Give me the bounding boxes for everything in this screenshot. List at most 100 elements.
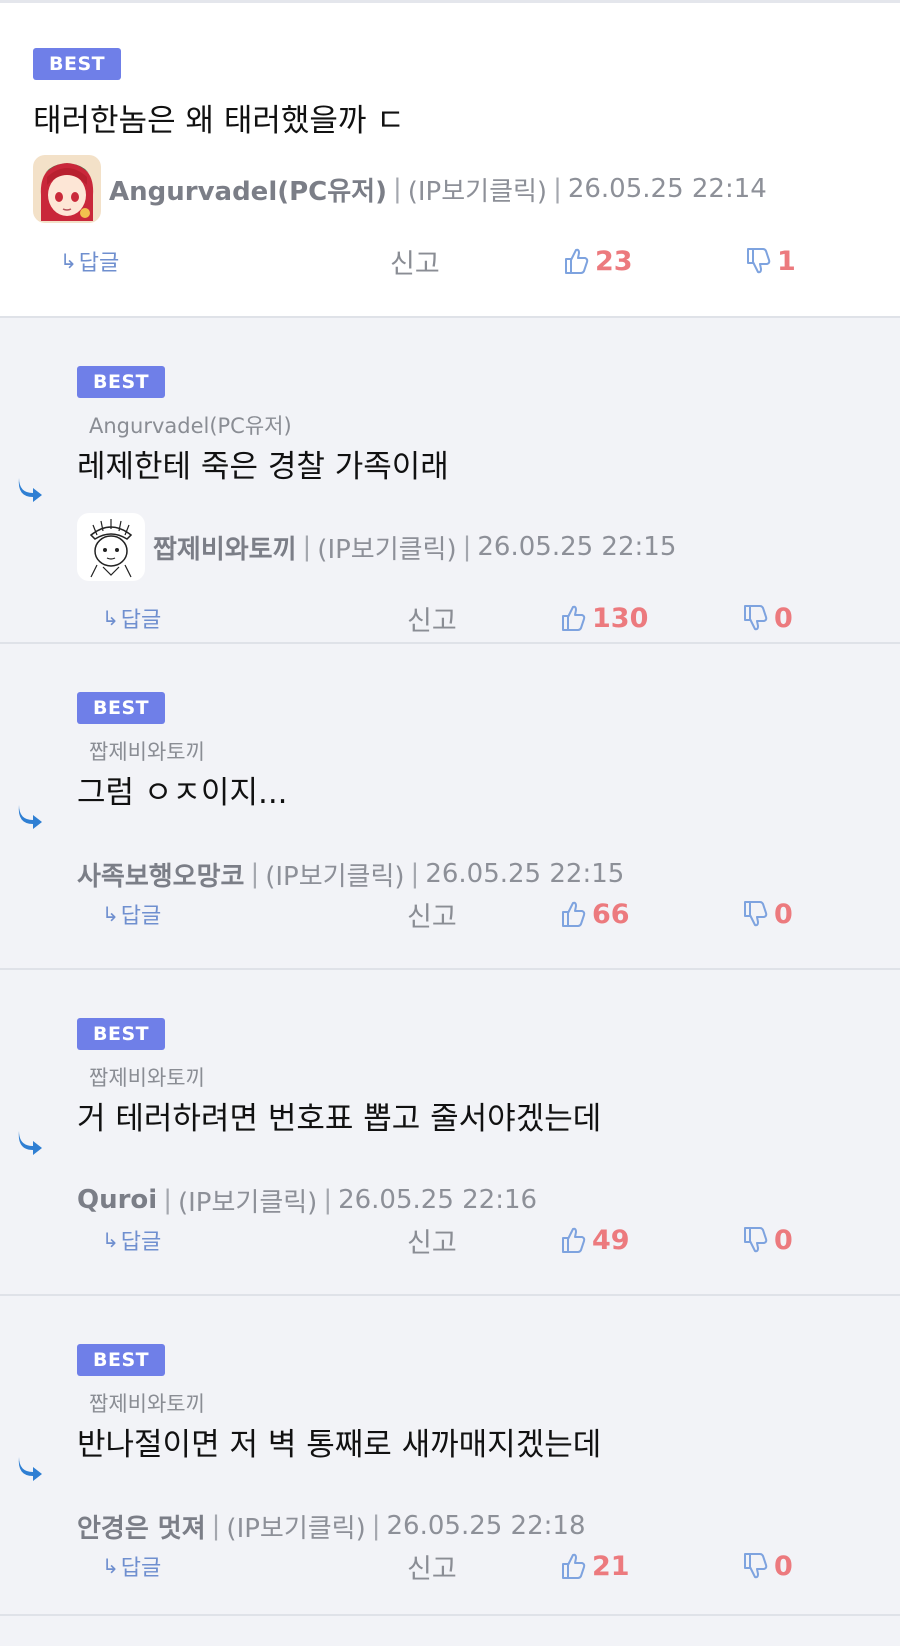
report-button[interactable]: 신고: [407, 1220, 457, 1260]
like-count: 23: [595, 245, 633, 277]
like-count: 130: [592, 602, 649, 634]
reply-button[interactable]: ↳ 답글: [102, 598, 161, 638]
reply-button[interactable]: ↳ 답글: [102, 1220, 161, 1260]
comment-meta: Quroi | (IP보기클릭) | 26.05.25 22:16: [77, 1180, 537, 1220]
ip-view-link[interactable]: (IP보기클릭): [226, 1508, 365, 1545]
meta-separator: |: [462, 532, 472, 562]
reply-small-arrow-icon: ↳: [102, 902, 119, 926]
meta-separator: |: [163, 1185, 172, 1215]
comment-text: 반나절이면 저 벽 통째로 새까매지겠는데: [77, 1427, 602, 1463]
reply-small-arrow-icon: ↳: [102, 606, 119, 630]
thumbs-up-icon: [565, 248, 589, 274]
best-badge: BEST: [77, 366, 166, 398]
comment-date: 26.05.25 22:15: [477, 532, 677, 562]
reply-comment-item: BEST Angurvadel(PC유저) 레제한테 죽은 경찰 가족이래 짭제…: [0, 318, 900, 644]
comment-actions: ↳ 답글 신고 21 0: [102, 1546, 880, 1586]
report-button[interactable]: 신고: [407, 598, 457, 638]
dislike-count: 0: [774, 898, 793, 930]
reply-small-arrow-icon: ↳: [102, 1554, 119, 1578]
dislike-button[interactable]: 0: [742, 894, 793, 934]
reply-small-arrow-icon: ↳: [60, 249, 77, 273]
dislike-count: 1: [777, 245, 796, 277]
reply-comment-item: BEST 짭제비와토끼 그럼 ㅇㅈ이지... 사족보행오망코 | (IP보기클릭…: [0, 644, 900, 970]
reply-label: 답글: [120, 1230, 162, 1255]
comment-actions: ↳ 답글 신고 66 0: [102, 894, 880, 934]
reply-label: 답글: [120, 608, 162, 633]
comment-actions: ↳ 답글 신고 49 0: [102, 1220, 880, 1260]
like-button[interactable]: 21: [560, 1546, 630, 1586]
best-badge: BEST: [33, 48, 122, 80]
best-badge: BEST: [77, 1018, 166, 1050]
comment-item: BEST 태러한놈은 왜 태러했을까 ㄷ Angurvadel(PC유저) | …: [0, 3, 900, 318]
meta-separator: |: [392, 174, 402, 204]
best-badge: BEST: [77, 1344, 166, 1376]
author-name[interactable]: 사족보행오망코: [77, 856, 244, 893]
reply-label: 답글: [120, 1556, 162, 1581]
dislike-button[interactable]: 1: [745, 241, 796, 281]
thumbs-down-icon: [744, 1227, 768, 1253]
dislike-count: 0: [774, 1224, 793, 1256]
like-button[interactable]: 49: [560, 1220, 630, 1260]
comment-meta: 사족보행오망코 | (IP보기클릭) | 26.05.25 22:15: [77, 854, 624, 894]
comment-date: 26.05.25 22:16: [338, 1185, 538, 1215]
reply-button[interactable]: ↳ 답글: [60, 241, 119, 281]
thumbs-up-icon: [562, 901, 586, 927]
author-name[interactable]: Angurvadel(PC유저): [109, 171, 387, 208]
ip-view-link[interactable]: (IP보기클릭): [178, 1182, 317, 1219]
meta-separator: |: [371, 1511, 381, 1541]
dislike-button[interactable]: 0: [742, 1220, 793, 1260]
comment-text: 거 테러하려면 번호표 뽑고 줄서야겠는데: [77, 1101, 602, 1137]
thumbs-down-icon: [744, 1553, 768, 1579]
report-button[interactable]: 신고: [407, 894, 457, 934]
like-count: 21: [592, 1550, 630, 1582]
reply-to-author: 짭제비와토끼: [89, 1066, 205, 1090]
thumbs-up-icon: [562, 1227, 586, 1253]
dislike-button[interactable]: 0: [742, 1546, 793, 1586]
report-button[interactable]: 신고: [407, 1546, 457, 1586]
dislike-count: 0: [774, 1550, 793, 1582]
best-badge: BEST: [77, 692, 166, 724]
comment-text: 그럼 ㅇㅈ이지...: [77, 775, 288, 811]
like-button[interactable]: 23: [563, 241, 633, 281]
thumbs-down-icon: [747, 248, 771, 274]
report-button[interactable]: 신고: [390, 241, 440, 281]
meta-separator: |: [323, 1185, 333, 1215]
reply-label: 답글: [78, 251, 120, 276]
reply-to-author: Angurvadel(PC유저): [89, 414, 292, 438]
ip-view-link[interactable]: (IP보기클릭): [317, 529, 456, 566]
like-button[interactable]: 130: [560, 598, 648, 638]
comment-date: 26.05.25 22:15: [425, 859, 625, 889]
author-name[interactable]: 안경은 멋져: [77, 1508, 206, 1545]
reply-small-arrow-icon: ↳: [102, 1228, 119, 1252]
reply-button[interactable]: ↳ 답글: [102, 894, 161, 934]
reply-comment-item: BEST 짭제비와토끼 거 테러하려면 번호표 뽑고 줄서야겠는데 Quroi …: [0, 970, 900, 1296]
avatar[interactable]: [33, 155, 101, 223]
thumbs-up-icon: [562, 605, 586, 631]
comment-text: 레제한테 죽은 경찰 가족이래: [77, 449, 449, 485]
reply-arrow-icon: [18, 1131, 42, 1155]
reply-comment-item: BEST 짭제비와토끼 반나절이면 저 벽 통째로 새까매지겠는데 안경은 멋져…: [0, 1296, 900, 1616]
comment-meta: 안경은 멋져 | (IP보기클릭) | 26.05.25 22:18: [77, 1506, 586, 1546]
reply-arrow-icon: [18, 1457, 42, 1481]
comment-date: 26.05.25 22:18: [386, 1511, 586, 1541]
thumbs-up-icon: [562, 1553, 586, 1579]
ip-view-link[interactable]: (IP보기클릭): [265, 856, 404, 893]
author-name[interactable]: Quroi: [77, 1185, 157, 1215]
author-name[interactable]: 짭제비와토끼: [153, 529, 297, 566]
reply-arrow-icon: [18, 805, 42, 829]
comment-actions: ↳ 답글 신고 23 1: [60, 241, 880, 281]
like-button[interactable]: 66: [560, 894, 630, 934]
like-count: 66: [592, 898, 630, 930]
ip-view-link[interactable]: (IP보기클릭): [408, 171, 547, 208]
meta-separator: |: [250, 859, 260, 889]
reply-button[interactable]: ↳ 답글: [102, 1546, 161, 1586]
avatar[interactable]: [77, 513, 145, 581]
thumbs-down-icon: [744, 605, 768, 631]
reply-arrow-icon: [18, 478, 42, 502]
meta-separator: |: [553, 174, 562, 204]
reply-to-author: 짭제비와토끼: [89, 1392, 205, 1416]
comment-text: 태러한놈은 왜 태러했을까 ㄷ: [33, 103, 405, 139]
dislike-button[interactable]: 0: [742, 598, 793, 638]
meta-separator: |: [302, 532, 312, 562]
thumbs-down-icon: [744, 901, 768, 927]
